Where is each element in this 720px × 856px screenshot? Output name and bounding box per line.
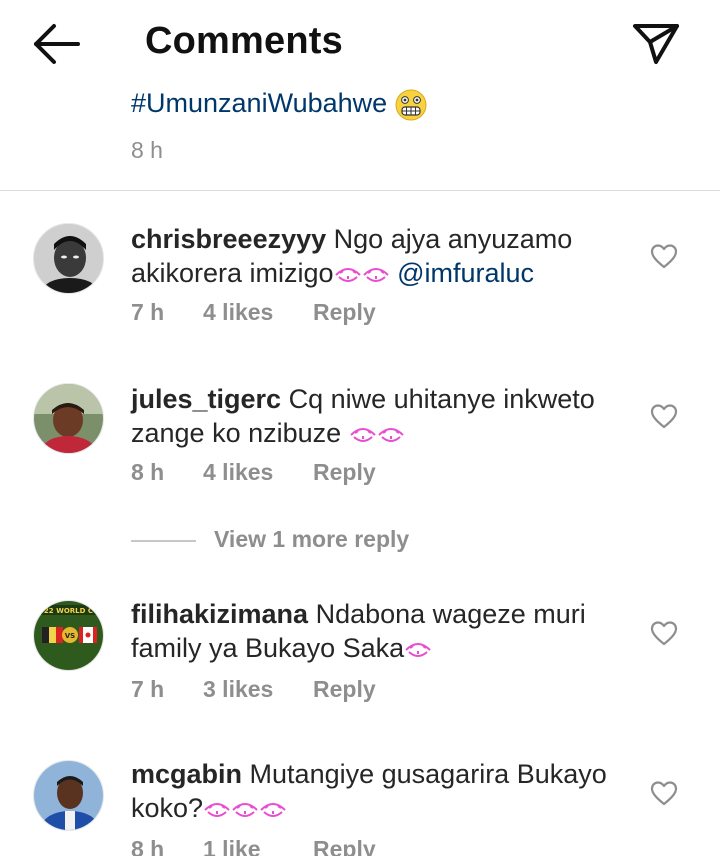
caption-timestamp: 8 h [131,137,163,163]
page-title: Comments [145,20,343,62]
grimacing-face-emoji [395,89,427,121]
likes-count[interactable]: 4 likes [203,459,273,486]
reply-button[interactable]: Reply [313,459,376,486]
reply-button[interactable]: Reply [313,836,376,856]
pink-face-emoji [232,802,258,817]
back-button[interactable] [30,22,82,66]
caption-divider [0,190,720,191]
svg-text:VS: VS [65,632,75,640]
comment-username[interactable]: chrisbreeezyyy [131,224,326,254]
comment-username[interactable]: filihakizimana [131,599,308,629]
comment-timestamp: 8 h [131,836,165,856]
avatar[interactable] [33,383,104,454]
pink-face-emoji [349,427,376,442]
pink-face-emoji [260,802,286,817]
caption-hashtag[interactable]: #UmunzaniWubahwe [131,88,427,121]
comment-text: mcgabin Mutangiye gusagarira Bukayo koko… [131,757,611,825]
likes-count[interactable]: 3 likes [203,676,273,703]
thread-line [131,540,196,542]
reply-button[interactable]: Reply [313,299,376,326]
comments-screen: Comments #UmunzaniWubahwe 8 h chrisbreee… [0,0,720,856]
comment-text: jules_tigerc Cq niwe uhitanye inkweto za… [131,382,611,450]
pink-face-emoji [377,427,404,442]
share-button[interactable] [630,20,682,68]
comment-text: filihakizimana Ndabona wageze muri famil… [131,597,611,665]
comment-text: chrisbreeezyyy Ngo ajya anyuzamo akikore… [131,222,611,290]
avatar[interactable]: 2022 WORLD CUP VS [33,600,104,671]
pink-face-emoji [362,267,389,282]
pink-face-emoji [204,802,230,817]
comment-timestamp: 7 h [131,676,165,702]
mention-link[interactable]: @imfuraluc [397,258,534,288]
view-more-replies-label[interactable]: View 1 more reply [214,526,409,553]
user-photo-icon [34,384,103,453]
heart-icon[interactable] [650,243,678,269]
comment-timestamp: 8 h [131,459,165,485]
likes-count[interactable]: 1 like [203,836,261,856]
svg-text:2022 WORLD CUP: 2022 WORLD CUP [34,607,104,615]
arrow-left-icon [34,24,80,64]
pink-face-emoji [334,267,361,282]
header: Comments [0,0,720,90]
comment-timestamp: 7 h [131,299,165,325]
reply-button[interactable]: Reply [313,676,376,703]
avatar[interactable] [33,223,104,294]
heart-icon[interactable] [650,780,678,806]
comment-username[interactable]: jules_tigerc [131,384,281,414]
likes-count[interactable]: 4 likes [203,299,273,326]
user-photo-icon [34,224,103,293]
pink-face-emoji [405,642,431,657]
user-photo-icon [34,761,103,830]
avatar[interactable] [33,760,104,831]
paper-plane-icon [633,24,679,64]
caption-hashtag-text: #UmunzaniWubahwe [131,88,388,118]
comment-username[interactable]: mcgabin [131,759,242,789]
heart-icon[interactable] [650,403,678,429]
heart-icon[interactable] [650,620,678,646]
match-graphic-icon: 2022 WORLD CUP VS [34,601,104,670]
